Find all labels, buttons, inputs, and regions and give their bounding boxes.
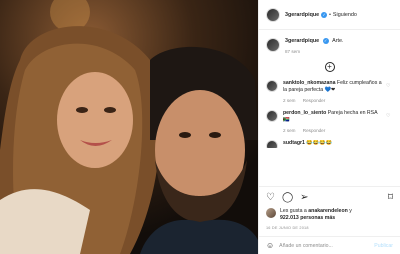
avatar[interactable] (266, 140, 278, 148)
like-comment-heart-icon[interactable]: ♡ (386, 83, 391, 89)
comment-time: 2 sem (283, 98, 296, 103)
comment-meta: 2 sem Responder (283, 97, 383, 104)
comment-input[interactable]: Añade un comentario... (279, 243, 374, 249)
publish-button[interactable]: Publicar (374, 243, 393, 249)
verified-badge-icon: ✓ (321, 11, 328, 18)
smile-icon[interactable]: ☺ (266, 241, 274, 250)
caption-username[interactable]: 3gerardpique (285, 38, 319, 44)
following-button[interactable]: Siguiendo (333, 12, 357, 18)
comment-username[interactable]: perdon_lo_siento (283, 110, 326, 116)
post-header: 3gerardpique ✓ • Siguiendo (259, 0, 400, 30)
likes-suffix[interactable]: personas más (300, 215, 335, 221)
add-comment-bar: ☺ Añade un comentario... Publicar (259, 236, 400, 254)
comment-body: perdon_lo_siento Pareja hecha en RSA 🇿🇦 … (283, 110, 383, 134)
load-more-comments-button[interactable]: + (324, 62, 335, 72)
likes-user-link[interactable]: anakarendeleon (308, 208, 348, 214)
reply-button[interactable]: Responder (303, 98, 325, 103)
comment-body: sanktolo_nkomazana Feliz cumpleaños a la… (283, 80, 383, 104)
comment-item: sudtagr1 😂😂😂😂 (259, 140, 400, 148)
separator-dot: • (329, 11, 331, 18)
bookmark-icon[interactable]: ⌑ (388, 193, 393, 203)
avatar[interactable] (266, 208, 276, 218)
likes-and: y (349, 208, 352, 214)
avatar[interactable] (266, 110, 278, 122)
post-photo[interactable] (0, 0, 258, 254)
comment-item: perdon_lo_siento Pareja hecha en RSA 🇿🇦 … (259, 110, 400, 134)
post-details-panel: 3gerardpique ✓ • Siguiendo 3gerardpique … (258, 0, 400, 254)
avatar[interactable] (266, 80, 278, 92)
comment-time: 2 sem (283, 128, 296, 133)
verified-badge-icon: ✓ (322, 38, 329, 44)
likes-text: Les gusta a anakarendeleon y 922.013 per… (280, 208, 352, 222)
caption-timestamp: 87 sem (285, 49, 301, 54)
likes-count[interactable]: 922.013 (280, 215, 299, 221)
comment-username[interactable]: sudtagr1 (283, 140, 305, 146)
likes-prefix: Les gusta a (280, 208, 307, 214)
likes-summary: Les gusta a anakarendeleon y 922.013 per… (266, 208, 393, 222)
comment-item: sanktolo_nkomazana Feliz cumpleaños a la… (259, 80, 400, 104)
couple-photo-illustration (0, 0, 258, 254)
post-date: 16 DE JUNIO DE 2018 (266, 226, 309, 230)
username-link[interactable]: 3gerardpique (285, 12, 319, 18)
paper-plane-icon[interactable]: ➢ (300, 193, 308, 203)
comment-username[interactable]: sanktolo_nkomazana (283, 80, 335, 86)
caption-avatar[interactable] (266, 38, 280, 52)
heart-icon[interactable]: ♡ (266, 193, 275, 203)
caption-body: 3gerardpique ✓ Arte. 87 sem (285, 38, 344, 54)
avatar[interactable] (266, 7, 280, 22)
like-comment-heart-icon[interactable]: ♡ (386, 113, 391, 119)
caption: 3gerardpique ✓ Arte. 87 sem (259, 30, 400, 54)
plus-circle-icon: + (327, 62, 332, 71)
reply-button[interactable]: Responder (303, 128, 325, 133)
comment-icon[interactable]: ◯ (282, 193, 293, 203)
caption-text: Arte. (332, 38, 344, 44)
comment-text: 😂😂😂😂 (306, 140, 333, 146)
action-icons: ♡ ◯ ➢ ⌑ (266, 191, 393, 205)
comment-body: sudtagr1 😂😂😂😂 (283, 140, 383, 148)
post-actions: ♡ ◯ ➢ ⌑ Les gusta a anakarendeleon y 922… (259, 186, 400, 230)
comment-meta: 2 sem Responder (283, 127, 383, 134)
